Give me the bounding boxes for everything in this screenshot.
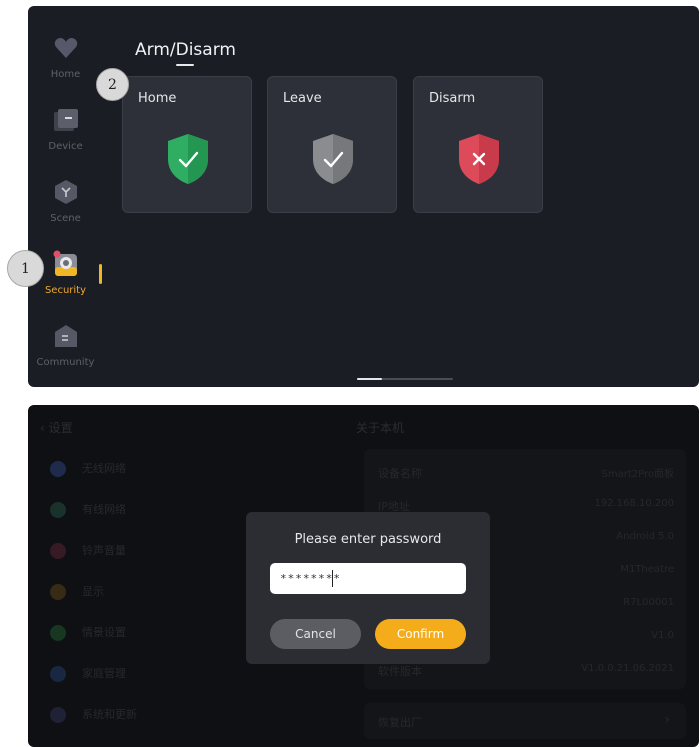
password-screen: ‹ 设置 关于本机 无线网络 有线网络 铃声音量 显示 情景设置 家庭管理 系统… [28, 405, 699, 747]
security-screen: Home Device Scene Security Community Arm… [28, 6, 699, 387]
check-shield-icon [313, 134, 353, 184]
sidebar-item-home[interactable]: Home [28, 34, 103, 94]
security-camera-icon [52, 250, 80, 278]
sidebar-item-label: Community [36, 357, 95, 368]
password-dialog: Please enter password Cancel Confirm [246, 512, 490, 664]
sidebar-item-label: Scene [50, 213, 81, 224]
heart-home-icon [52, 34, 80, 62]
cancel-button[interactable]: Cancel [270, 619, 361, 649]
password-input[interactable] [270, 563, 466, 594]
mode-card-home[interactable]: Home [122, 76, 252, 213]
sidebar-item-label: Security [44, 285, 87, 296]
callout-marker-1: 1 [7, 250, 44, 287]
sidebar-item-label: Device [48, 141, 83, 152]
community-icon [52, 322, 80, 350]
sidebar-item-device[interactable]: Device [28, 106, 103, 166]
callout-marker-2: 2 [96, 68, 129, 101]
sidebar: Home Device Scene Security Community [28, 6, 103, 387]
scene-icon [52, 178, 80, 206]
mode-label: Leave [283, 91, 322, 106]
device-icon [52, 106, 80, 134]
text-caret [332, 570, 333, 587]
page-indicator-active [357, 378, 382, 380]
sidebar-item-community[interactable]: Community [28, 322, 103, 382]
mode-card-disarm[interactable]: Disarm [413, 76, 543, 213]
screenshot-root: Home Device Scene Security Community Arm… [0, 0, 699, 747]
sidebar-item-label: Home [50, 69, 81, 80]
title-underline [176, 64, 194, 66]
page-title: Arm/Disarm [135, 40, 236, 60]
mode-card-leave[interactable]: Leave [267, 76, 397, 213]
mode-label: Home [138, 91, 177, 106]
mode-label: Disarm [429, 91, 476, 106]
dialog-title: Please enter password [294, 532, 442, 547]
confirm-button[interactable]: Confirm [375, 619, 466, 649]
check-shield-icon [168, 134, 208, 184]
x-shield-icon [459, 134, 499, 184]
active-tab-indicator [99, 264, 102, 284]
sidebar-item-scene[interactable]: Scene [28, 178, 103, 238]
